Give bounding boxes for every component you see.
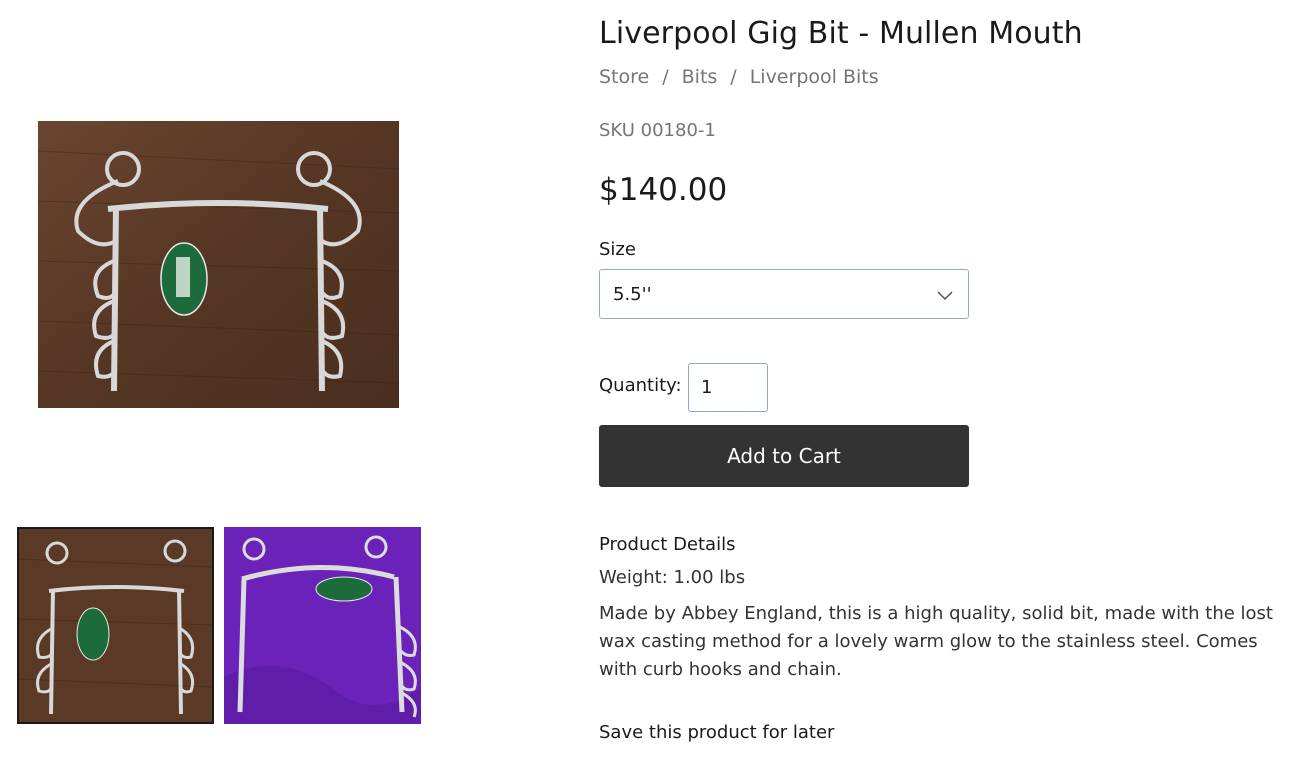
- chevron-down-icon: [937, 291, 953, 301]
- size-label: Size: [599, 239, 636, 260]
- breadcrumb-separator: /: [662, 66, 669, 88]
- product-price: $140.00: [599, 172, 728, 208]
- product-details-heading: Product Details: [599, 534, 736, 555]
- add-to-cart-button[interactable]: Add to Cart: [599, 425, 969, 487]
- thumbnail-1[interactable]: [17, 527, 214, 724]
- thumbnail-wood-photo: [19, 529, 212, 722]
- quantity-input[interactable]: [688, 363, 768, 412]
- breadcrumb-store[interactable]: Store: [599, 66, 649, 88]
- product-weight: Weight: 1.00 lbs: [599, 567, 746, 588]
- thumbnail-purple-photo: [224, 527, 421, 724]
- product-description: Made by Abbey England, this is a high qu…: [599, 603, 1273, 680]
- breadcrumb-liverpool-bits[interactable]: Liverpool Bits: [750, 66, 879, 88]
- breadcrumb-bits[interactable]: Bits: [682, 66, 718, 88]
- breadcrumb: Store / Bits / Liverpool Bits: [599, 66, 879, 88]
- main-product-image[interactable]: [38, 121, 399, 408]
- breadcrumb-separator: /: [730, 66, 737, 88]
- save-for-later-link[interactable]: Save this product for later: [599, 722, 834, 743]
- size-select[interactable]: 5.5'': [599, 269, 969, 319]
- product-page: Liverpool Gig Bit - Mullen Mouth Store / B…: [0, 0, 1293, 758]
- bit-photo-wood: [38, 121, 399, 408]
- product-title: Liverpool Gig Bit - Mullen Mouth: [599, 16, 1083, 51]
- quantity-label: Quantity:: [599, 375, 682, 396]
- size-selected-value: 5.5'': [613, 284, 652, 305]
- thumbnail-2[interactable]: [224, 527, 421, 724]
- product-sku: SKU 00180-1: [599, 120, 716, 141]
